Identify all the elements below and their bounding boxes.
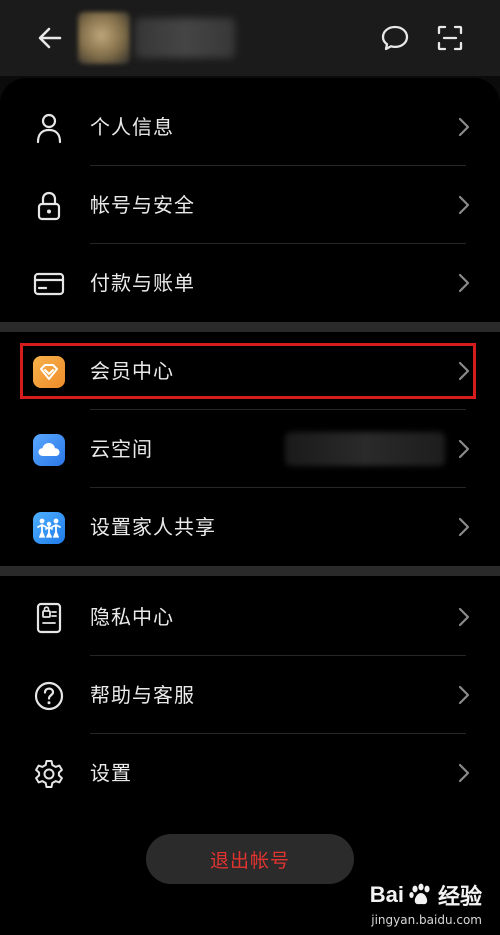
menu-item-label: 设置: [90, 761, 132, 785]
chevron-right-icon: [458, 517, 470, 537]
avatar[interactable]: [78, 12, 130, 64]
family-icon: [33, 512, 65, 544]
paw-logo-icon: [409, 883, 430, 905]
watermark-brand: Bai: [369, 882, 404, 907]
highlight-box: [20, 343, 476, 399]
section-separator: [0, 322, 500, 332]
back-arrow-icon: [38, 27, 62, 49]
message-bubble-icon: [381, 25, 409, 51]
help-icon: [34, 681, 64, 711]
menu-item-privacy-center[interactable]: 隐私中心: [0, 578, 500, 656]
top-bar: [0, 0, 500, 76]
menu-item-settings[interactable]: 设置: [0, 734, 500, 812]
menu-item-personal-info[interactable]: 个人信息: [0, 88, 500, 166]
menu-item-label: 个人信息: [90, 115, 174, 139]
scan-icon: [437, 25, 463, 51]
menu-item-payment-billing[interactable]: 付款与账单: [0, 244, 500, 322]
chevron-right-icon: [458, 763, 470, 783]
menu-item-account-security[interactable]: 帐号与安全: [0, 166, 500, 244]
account-section: 个人信息 帐号与安全 付款与账单: [0, 78, 500, 322]
chevron-right-icon: [458, 607, 470, 627]
menu-item-label: 设置家人共享: [90, 515, 216, 539]
chevron-right-icon: [458, 439, 470, 459]
section-separator: [0, 566, 500, 576]
menu-item-family-sharing[interactable]: 设置家人共享: [0, 488, 500, 566]
chevron-right-icon: [458, 685, 470, 705]
gear-icon: [35, 760, 63, 788]
menu-item-label: 隐私中心: [90, 605, 174, 629]
chevron-right-icon: [458, 195, 470, 215]
menu-item-label: 帮助与客服: [90, 683, 195, 707]
chevron-right-icon: [458, 273, 470, 293]
lock-icon: [37, 191, 61, 221]
privacy-icon: [36, 602, 62, 634]
menu-item-help-support[interactable]: 帮助与客服: [0, 656, 500, 734]
menu-item-label: 帐号与安全: [90, 193, 195, 217]
menu-item-label: 云空间: [90, 437, 153, 461]
card-icon: [33, 272, 65, 296]
watermark-brand-tail: 经验: [437, 884, 482, 909]
message-button[interactable]: [375, 18, 415, 58]
scan-button[interactable]: [430, 18, 470, 58]
cloud-storage-info-blurred: [285, 432, 445, 466]
baidu-jingyan-watermark: Bai 经验 jingyan.baidu.com: [370, 879, 482, 927]
account-name-blurred: [135, 18, 235, 58]
cloud-icon: [33, 434, 65, 466]
watermark-url: jingyan.baidu.com: [371, 913, 482, 927]
person-icon: [36, 113, 62, 144]
back-button[interactable]: [30, 20, 70, 56]
chevron-right-icon: [458, 117, 470, 137]
menu-item-label: 付款与账单: [90, 271, 195, 295]
logout-button[interactable]: 退出帐号: [146, 834, 354, 884]
